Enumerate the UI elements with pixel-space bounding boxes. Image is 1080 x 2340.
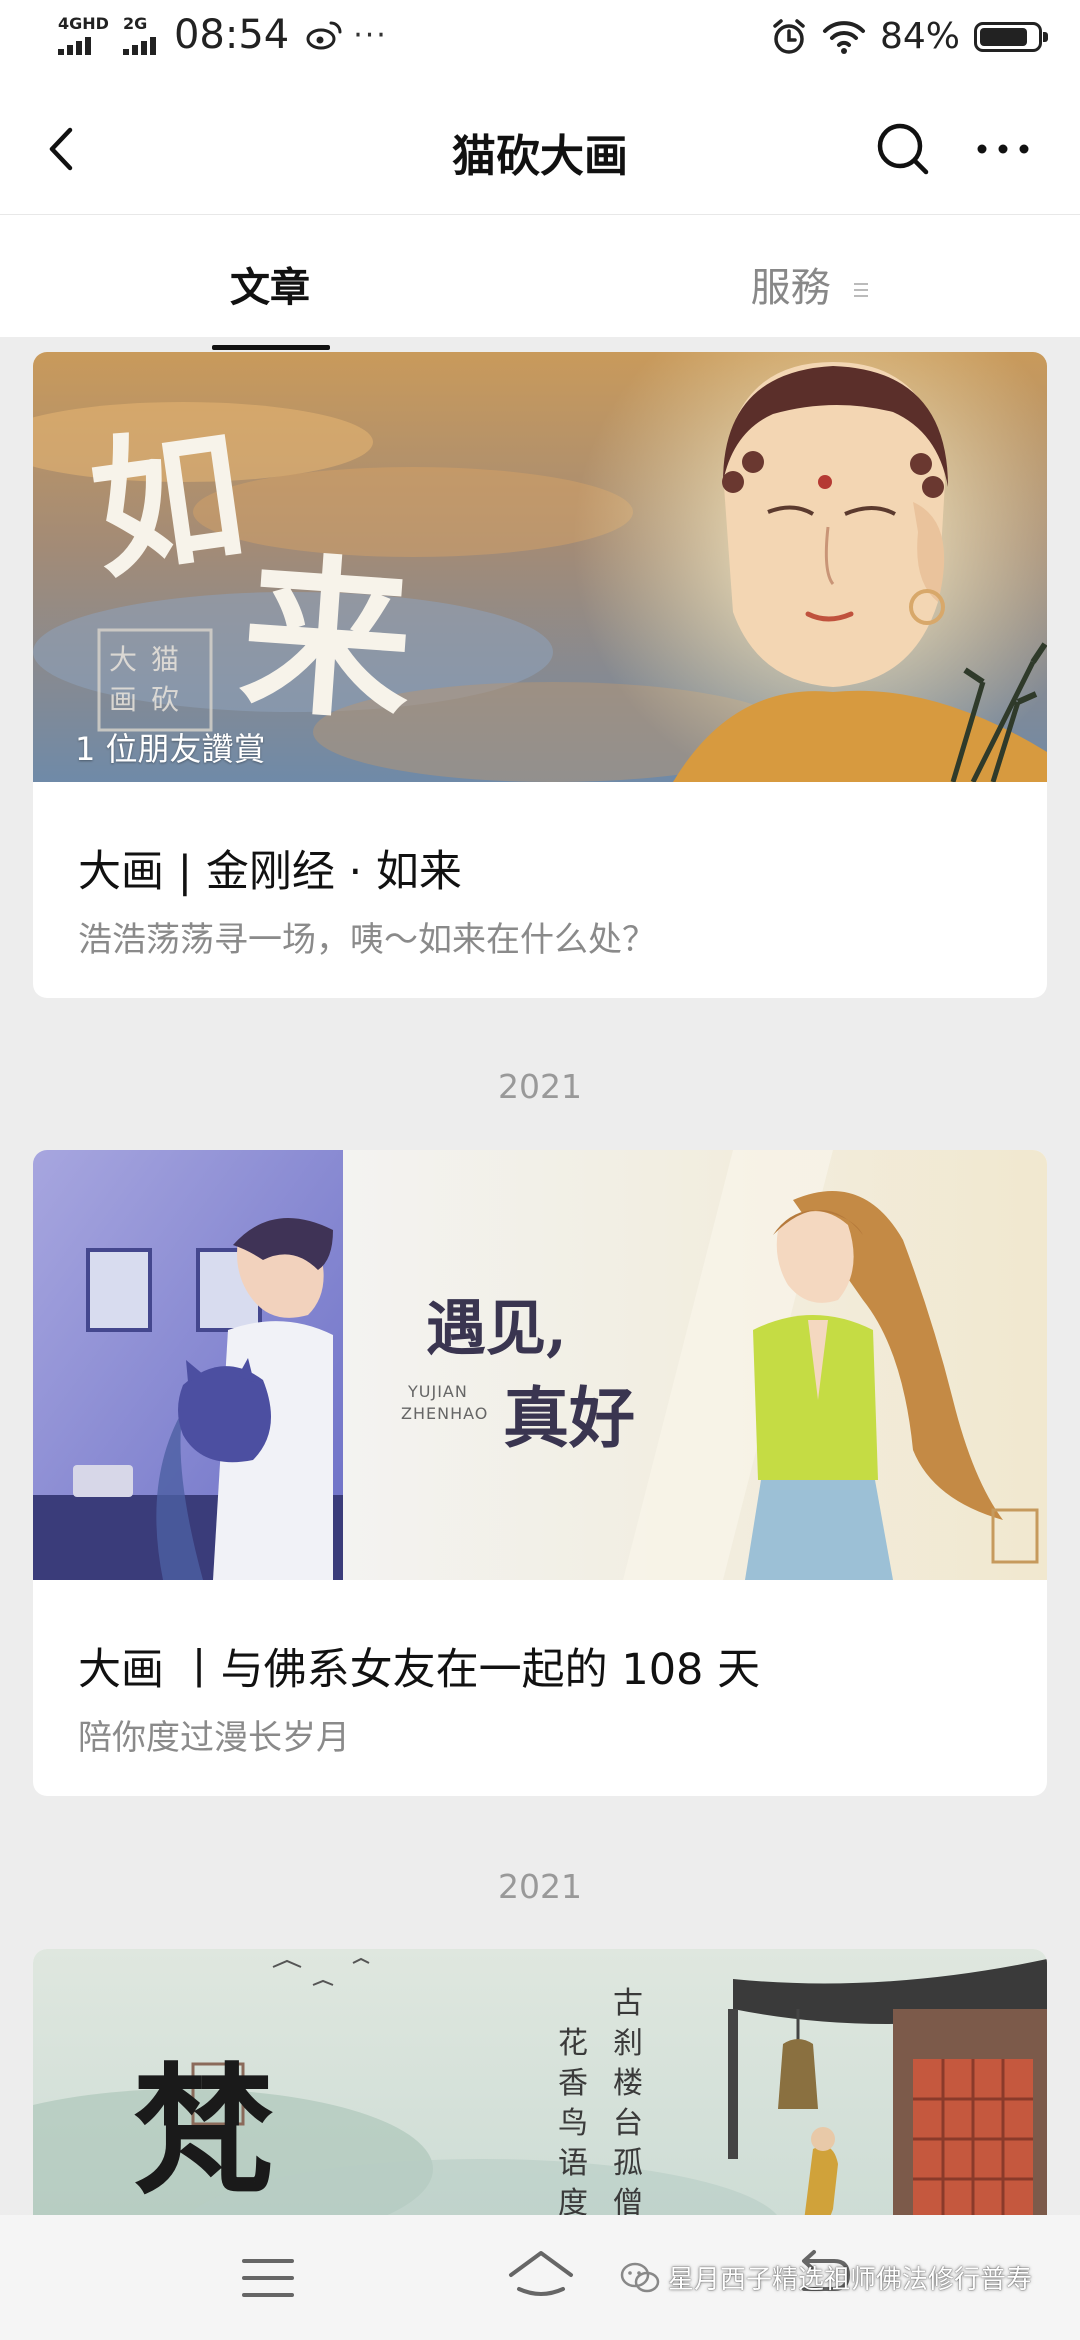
cover-poem-line-1: 古刹楼台孤僧处 — [613, 1986, 643, 2215]
tab-bar: 文章 服務 — [0, 215, 1080, 350]
article-title[interactable]: 大画 丨与佛系女友在一起的 108 天 — [78, 1635, 760, 1697]
cover-romanized-1: YUJIAN — [408, 1382, 468, 1401]
date-divider: 2021 — [498, 1067, 582, 1106]
status-right: 84% — [770, 16, 1048, 57]
article-card[interactable]: 梵 古刹楼台孤僧处 花香鸟语度梵 — [33, 1949, 1047, 2215]
article-cover-image[interactable]: 梵 古刹楼台孤僧处 花香鸟语度梵 — [33, 1949, 1047, 2215]
battery-nub — [1043, 31, 1048, 42]
article-subtitle: 陪你度过漫长岁月 — [78, 1718, 350, 1758]
battery-fill — [980, 27, 1027, 46]
cover-seal: 大猫 画砍 — [109, 643, 194, 716]
article-cover-image[interactable]: 如 来 大猫 画砍 1 位朋友讚賞 — [33, 352, 1047, 782]
article-title[interactable]: 大画 | 金刚经 · 如来 — [78, 837, 462, 899]
network-indicator-2: 2G — [122, 13, 156, 55]
appreciation-count: 1 位朋友讚賞 — [75, 730, 266, 768]
article-card[interactable]: 如 来 大猫 画砍 1 位朋友讚賞 大画 | 金刚经 · 如来 浩浩荡荡寻一场，… — [33, 352, 1047, 998]
article-card[interactable]: 遇见, 真好 YUJIAN ZHENHAO 大画 丨与佛系女友在一起的 108 … — [33, 1150, 1047, 1796]
network-indicator-1: 4GHD — [58, 13, 109, 55]
menu-icon — [854, 283, 869, 297]
battery-icon — [974, 21, 1048, 52]
status-bar: 4GHD 2G 08:54 ··· 84% — [0, 0, 1080, 86]
signal-icon — [58, 35, 91, 55]
alarm-icon — [773, 18, 805, 54]
tab-services[interactable]: 服務 — [540, 255, 1080, 313]
weibo-icon — [306, 21, 342, 50]
cover-headline-2: 真好 — [503, 1379, 635, 1457]
top-app-bar: 猫砍大画 — [0, 86, 1080, 215]
wechat-icon — [620, 2262, 660, 2292]
cover-headline-1: 遇见, — [426, 1294, 567, 1364]
article-feed[interactable]: 如 来 大猫 画砍 1 位朋友讚賞 大画 | 金刚经 · 如来 浩浩荡荡寻一场，… — [0, 337, 1080, 2215]
status-more-icon: ··· — [353, 17, 388, 53]
recents-menu-button[interactable] — [240, 2253, 296, 2303]
signal-icon — [122, 35, 156, 55]
tab-articles[interactable]: 文章 — [0, 255, 540, 350]
cover-poem-line-2: 花香鸟语度梵 — [558, 2026, 588, 2215]
article-subtitle: 浩浩荡荡寻一场，咦～如来在什么处？ — [78, 920, 656, 960]
date-divider: 2021 — [498, 1867, 582, 1906]
cover-calligraphy-lai: 来 — [235, 534, 419, 746]
watermark-text: 星月西子精选祖师佛法修行普寿 — [668, 2265, 1033, 2295]
battery-percent: 84% — [879, 16, 960, 57]
cover-calligraphy-fan: 梵 — [133, 2050, 274, 2214]
tab-articles-label: 文章 — [230, 265, 310, 311]
cover-romanized-2: ZHENHAO — [401, 1404, 489, 1423]
home-button[interactable] — [505, 2245, 577, 2307]
article-cover-image[interactable]: 遇见, 真好 YUJIAN ZHENHAO — [33, 1150, 1047, 1580]
watermark: 星月西子精选祖师佛法修行普寿 — [620, 2259, 1032, 2296]
more-options-button[interactable] — [968, 114, 1038, 184]
status-time: 08:54 — [173, 12, 290, 58]
search-button[interactable] — [868, 114, 938, 184]
status-left: 4GHD 2G 08:54 ··· — [58, 12, 388, 58]
network-label-2: 2G — [122, 13, 148, 33]
cover-calligraphy-ru: 如 — [81, 405, 255, 601]
wifi-icon — [822, 20, 865, 54]
system-navigation-bar: 星月西子精选祖师佛法修行普寿 — [0, 2215, 1080, 2340]
network-label-1: 4GHD — [58, 13, 109, 33]
tab-services-label: 服務 — [750, 265, 831, 311]
